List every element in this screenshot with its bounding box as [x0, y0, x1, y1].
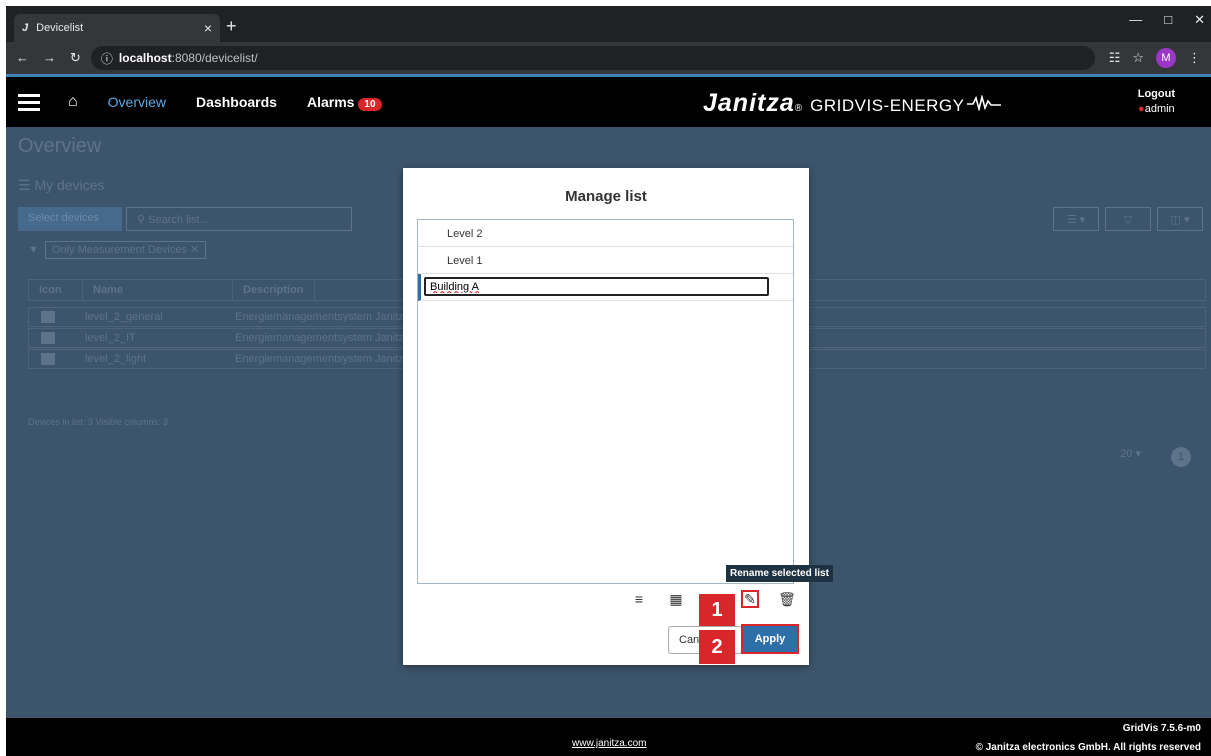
section-my-devices: ☰ My devices — [18, 177, 105, 193]
url-field[interactable]: ⓘ localhost:8080/devicelist/ — [90, 46, 1095, 70]
logout-link[interactable]: Logout — [1138, 87, 1175, 102]
tab-bar: J Devicelist × + — □ ✕ — [6, 6, 1211, 42]
device-description: Energiemanagementsystem Janitza — [235, 332, 410, 344]
copyright-label: © Janitza electronics GmbH. All rights r… — [975, 742, 1201, 753]
bookmark-star-icon[interactable]: ☆ — [1132, 50, 1144, 66]
device-description: Energiemanagementsystem Janitza — [235, 311, 410, 323]
search-placeholder: Search list... — [148, 214, 209, 226]
manage-list-dialog: Manage list Level 2 Level 1 ≡ ▦ ✎ 🗑 — [403, 168, 809, 665]
home-icon[interactable]: ⌂ — [68, 93, 78, 111]
page-number: 1 — [1171, 447, 1191, 467]
address-bar: ← → ↻ ⓘ localhost:8080/devicelist/ ☷ ☆ M… — [6, 42, 1211, 74]
device-icon — [41, 311, 55, 323]
nav-dashboards[interactable]: Dashboards — [196, 94, 277, 110]
tab-title: Devicelist — [36, 22, 84, 34]
pagination: 20 ▾ 1 — [1120, 447, 1191, 467]
col-name: Name — [83, 280, 233, 300]
delete-trash-icon[interactable]: 🗑 — [778, 590, 796, 608]
minimize-icon[interactable]: — — [1129, 12, 1142, 28]
logout-area[interactable]: Logout admin — [1138, 87, 1175, 117]
filter-icon: ▽ — [1105, 207, 1151, 231]
alarms-count-badge: 10 — [358, 97, 382, 111]
add-folder-icon[interactable]: ▦ — [667, 590, 685, 608]
translate-icon[interactable]: ☷ — [1109, 50, 1121, 66]
filter-bar: ▼ Only Measurement Devices ✕ — [28, 241, 207, 259]
device-name: level_2_IT — [85, 332, 136, 344]
page-size-select: 20 ▾ — [1120, 448, 1141, 460]
col-description: Description — [233, 280, 315, 300]
tab-close-icon[interactable]: × — [204, 20, 212, 36]
maximize-icon[interactable]: □ — [1164, 12, 1172, 28]
janitza-website-link[interactable]: www.janitza.com — [572, 738, 646, 749]
list-tree: Level 2 Level 1 — [417, 219, 794, 584]
list-view-icon: ☰ ▾ — [1053, 207, 1099, 231]
brand-logo: Janitza ® GRIDVIS-ENERGY — [703, 89, 1001, 118]
filter-chip-label: Only Measurement Devices — [51, 244, 187, 256]
janitza-favicon-icon: J — [22, 22, 29, 34]
table-footer: Devices in list: 3 Visible columns: 3 — [28, 417, 168, 427]
list-item-level-1[interactable]: Level 1 — [418, 247, 793, 274]
hamburger-menu-icon[interactable] — [18, 90, 40, 115]
browser-menu-icon[interactable]: ⋮ — [1188, 50, 1201, 66]
device-name: level_2_general — [85, 311, 163, 323]
rename-list-input[interactable] — [424, 277, 769, 296]
select-devices-button: Select devices — [18, 207, 122, 231]
col-icon: Icon — [29, 280, 83, 300]
nav-overview[interactable]: Overview — [108, 94, 166, 110]
section-label: My devices — [34, 177, 105, 193]
filter-chip: Only Measurement Devices ✕ — [44, 241, 207, 259]
dialog-title: Manage list — [565, 188, 647, 205]
back-icon[interactable]: ← — [16, 50, 29, 66]
search-list-input: ⚲ Search list... — [126, 207, 352, 231]
list-item-level-2[interactable]: Level 2 — [418, 220, 793, 247]
profile-avatar[interactable]: M — [1156, 48, 1176, 68]
version-label: GridVis 7.5.6-m0 — [1122, 723, 1201, 734]
pulse-wave-icon — [966, 95, 1001, 111]
tab-devicelist[interactable]: J Devicelist × — [14, 14, 220, 42]
window-close-icon[interactable]: ✕ — [1194, 12, 1205, 28]
url-host: localhost — [118, 51, 172, 65]
device-icon — [41, 353, 55, 365]
columns-icon: ◫ ▾ — [1157, 207, 1203, 231]
device-name: level_2_light — [85, 353, 147, 365]
nav-alarms[interactable]: Alarms 10 — [307, 94, 382, 111]
page-size-value: 20 — [1120, 448, 1133, 460]
forward-icon[interactable]: → — [43, 50, 56, 66]
apply-button[interactable]: Apply — [741, 624, 799, 654]
window-controls: — □ ✕ — [1129, 12, 1205, 28]
brand-product: GRIDVIS-ENERGY — [810, 96, 965, 115]
step-marker-2: 2 — [699, 630, 735, 664]
app-footer: www.janitza.com GridVis 7.5.6-m0 © Janit… — [6, 718, 1211, 756]
rename-pencil-icon[interactable]: ✎ — [741, 590, 759, 608]
new-tab-button[interactable]: + — [226, 16, 237, 37]
rename-tooltip: Rename selected list — [726, 565, 833, 582]
url-path: :8080/devicelist/ — [171, 51, 258, 65]
list-item-selected[interactable] — [418, 274, 793, 301]
brand-name: Janitza — [703, 89, 795, 117]
site-info-icon[interactable]: ⓘ — [101, 50, 113, 67]
reload-icon[interactable]: ↻ — [70, 50, 81, 66]
page-title: Overview — [18, 135, 102, 157]
user-name: admin — [1138, 102, 1175, 117]
table-tools: ☰ ▾ ▽ ◫ ▾ — [1053, 207, 1203, 231]
nav-alarms-label: Alarms — [306, 93, 355, 110]
device-icon — [41, 332, 55, 344]
add-list-icon[interactable]: ≡ — [630, 590, 648, 608]
app-header: ⌂ Overview Dashboards Alarms 10 Janitza ®… — [6, 77, 1211, 127]
brand-registered: ® — [794, 103, 803, 114]
step-marker-1: 1 — [699, 594, 735, 626]
device-description: Energiemanagementsystem Janitza — [235, 353, 410, 365]
